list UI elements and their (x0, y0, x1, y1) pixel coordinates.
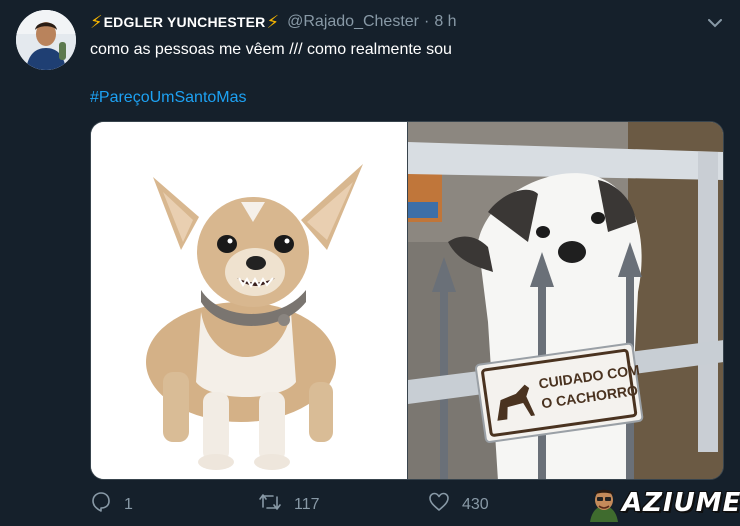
like-count: 430 (462, 495, 489, 513)
reply-count: 1 (124, 495, 133, 513)
timestamp[interactable]: 8 h (434, 13, 456, 31)
separator-dot: · (424, 13, 430, 30)
husky-illustration: CUIDADO COM O CACHORRO (408, 122, 723, 479)
tweet-header: ⚡ EDGLER YUNCHESTER ⚡ @Rajado_Chester · … (90, 10, 457, 34)
tweet-media[interactable]: CUIDADO COM O CACHORRO (90, 121, 724, 480)
mascot-logo (590, 489, 618, 522)
heart-icon (428, 491, 462, 518)
retweet-icon (258, 491, 294, 518)
hashtag-link[interactable]: #PareçoUmSantoMas (90, 88, 247, 108)
display-name[interactable]: EDGLER YUNCHESTER (104, 14, 266, 30)
reply-button[interactable]: 1 (90, 491, 133, 518)
chihuahua-illustration (91, 122, 407, 479)
tweet-actions: 1 117 430 (90, 491, 530, 519)
like-button[interactable]: 430 (428, 491, 489, 518)
retweet-count: 117 (294, 495, 320, 513)
lightning-emoji: ⚡ (266, 12, 280, 32)
photo-chihuahua[interactable] (91, 122, 407, 479)
photo-husky-gate[interactable]: CUIDADO COM O CACHORRO (408, 122, 723, 479)
tweet-text: como as pessoas me vêem /// como realmen… (90, 41, 452, 58)
watermark-text: AZIUME (622, 488, 740, 518)
reply-icon (90, 491, 124, 518)
retweet-button[interactable]: 117 (258, 491, 320, 518)
tweet: ⚡ EDGLER YUNCHESTER ⚡ @Rajado_Chester · … (0, 0, 740, 526)
avatar-image (16, 10, 76, 70)
avatar[interactable] (16, 10, 76, 70)
lightning-emoji: ⚡ (90, 12, 103, 32)
watermark: AZIUME (584, 486, 740, 522)
user-handle[interactable]: @Rajado_Chester (287, 13, 419, 31)
chevron-down-icon[interactable] (704, 12, 726, 34)
